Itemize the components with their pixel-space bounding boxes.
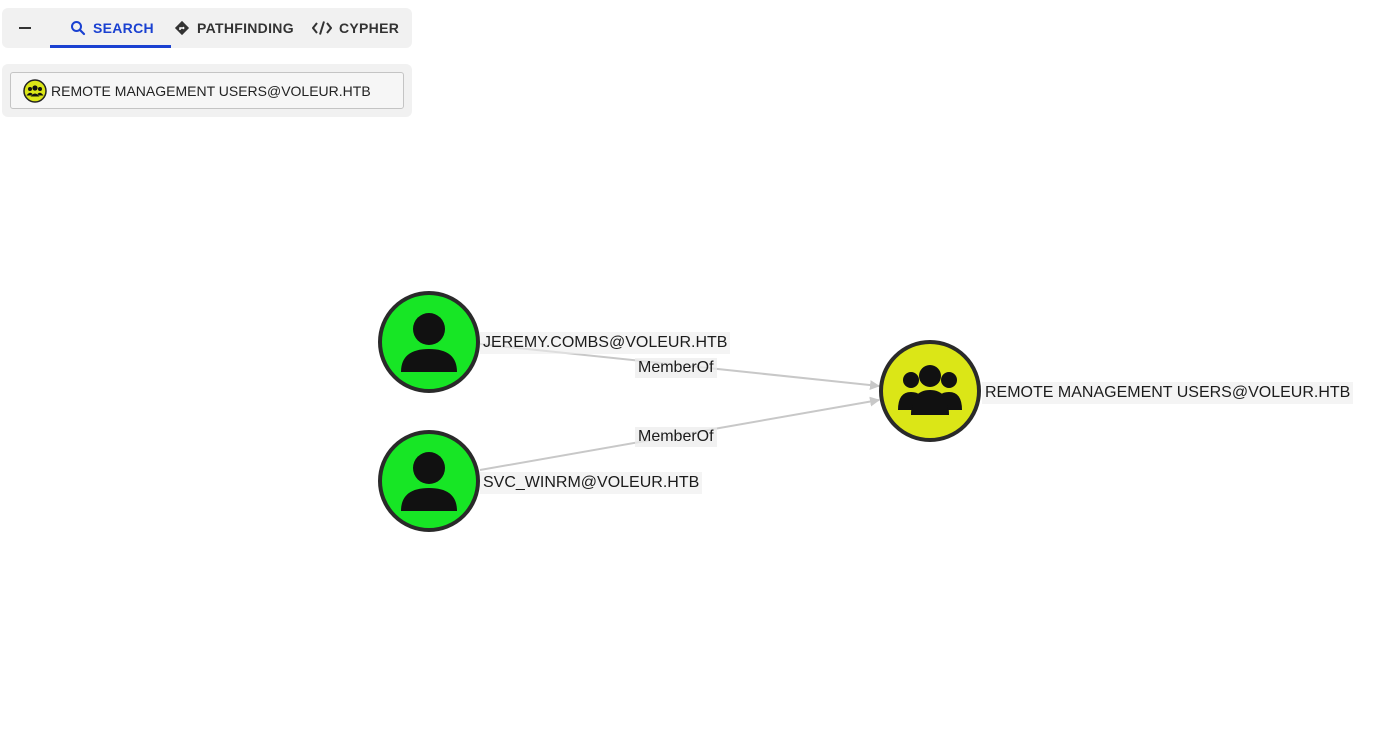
edge-label-jeremy-memberof: MemberOf (635, 358, 717, 378)
node-jeremy[interactable] (378, 291, 480, 393)
node-label-remote-management-users: REMOTE MANAGEMENT USERS@VOLEUR.HTB (982, 382, 1354, 404)
node-label-svc-winrm: SVC_WINRM@VOLEUR.HTB (480, 472, 703, 494)
node-label-jeremy: JEREMY.COMBS@VOLEUR.HTB (480, 332, 731, 354)
node-svc-winrm[interactable] (378, 430, 480, 532)
edge-label-svc-memberof: MemberOf (635, 427, 717, 447)
node-remote-management-users[interactable] (879, 340, 981, 442)
